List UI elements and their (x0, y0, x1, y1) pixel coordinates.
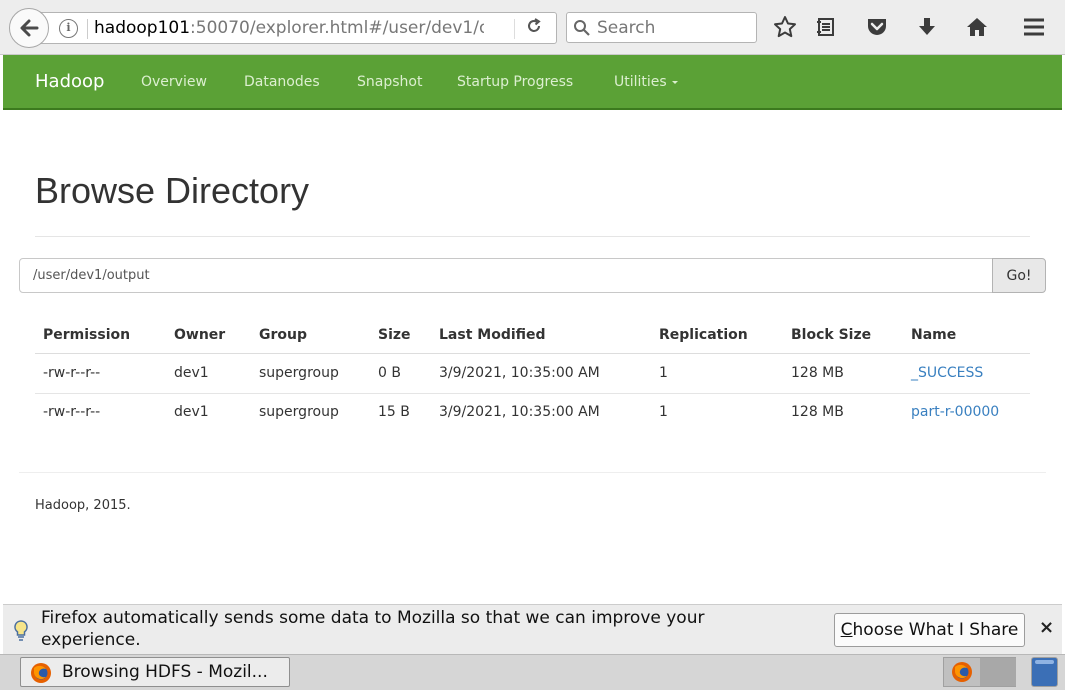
browser-toolbar: i hadoop101:50070/explorer.html#/user/de… (0, 0, 1065, 55)
table-header-divider (35, 353, 1030, 354)
reload-icon[interactable] (525, 17, 543, 40)
page-title: Browse Directory (35, 170, 310, 211)
column-header-replication[interactable]: Replication (659, 327, 748, 343)
pocket-icon[interactable] (864, 14, 890, 40)
reader-view-icon[interactable] (813, 14, 839, 40)
back-arrow-icon (20, 19, 39, 37)
lightbulb-icon (14, 620, 28, 641)
home-icon[interactable] (964, 14, 990, 40)
footer-text: Hadoop, 2015. (35, 498, 131, 513)
back-button[interactable] (9, 8, 49, 48)
cell-group: supergroup (259, 404, 339, 420)
file-link[interactable]: _SUCCESS (911, 365, 983, 381)
firefox-icon (31, 663, 51, 683)
column-header-permission[interactable]: Permission (43, 327, 130, 343)
search-icon (574, 20, 590, 36)
tray-firefox[interactable] (943, 657, 1016, 687)
directory-path-input[interactable] (19, 258, 993, 293)
column-header-last-modified[interactable]: Last Modified (439, 327, 546, 343)
cell-replication: 1 (659, 365, 668, 381)
nav-utilities-dropdown[interactable]: Utilities (614, 74, 678, 90)
cell-replication: 1 (659, 404, 668, 420)
column-header-name[interactable]: Name (911, 327, 956, 343)
nav-snapshot[interactable]: Snapshot (357, 74, 422, 90)
cell-last-modified: 3/9/2021, 10:35:00 AM (439, 365, 600, 381)
cell-block-size: 128 MB (791, 404, 844, 420)
cell-permission: -rw-r--r-- (43, 365, 101, 381)
column-header-owner[interactable]: Owner (174, 327, 225, 343)
footer-divider (19, 472, 1046, 473)
download-icon[interactable] (914, 14, 940, 40)
title-divider (35, 236, 1030, 237)
data-collection-notification: Firefox automatically sends some data to… (3, 604, 1062, 654)
hadoop-navbar: Hadoop Overview Datanodes Snapshot Start… (3, 55, 1062, 110)
firefox-icon (952, 662, 972, 682)
column-header-group[interactable]: Group (259, 327, 307, 343)
file-link[interactable]: part-r-00000 (911, 404, 999, 420)
column-header-block-size[interactable]: Block Size (791, 327, 871, 343)
cell-owner: dev1 (174, 365, 209, 381)
taskbar-window-button[interactable]: Browsing HDFS - Mozil... (20, 657, 290, 687)
cell-owner: dev1 (174, 404, 209, 420)
cell-group: supergroup (259, 365, 339, 381)
cell-size: 15 B (378, 404, 410, 420)
nav-overview[interactable]: Overview (141, 74, 207, 90)
search-input[interactable] (597, 17, 747, 39)
cell-permission: -rw-r--r-- (43, 404, 101, 420)
close-icon[interactable]: × (1039, 617, 1054, 638)
go-button[interactable]: Go! (992, 258, 1046, 293)
url-bar[interactable]: i hadoop101:50070/explorer.html#/user/de… (30, 12, 557, 44)
url-text[interactable]: hadoop101:50070/explorer.html#/user/dev1… (94, 18, 484, 38)
row-divider (35, 393, 1030, 394)
taskbar-window-label: Browsing HDFS - Mozil... (62, 662, 268, 682)
choose-what-i-share-button[interactable]: Choose What I Share (834, 613, 1025, 647)
notification-message: Firefox automatically sends some data to… (41, 608, 705, 650)
info-icon[interactable]: i (59, 19, 78, 38)
cell-size: 0 B (378, 365, 401, 381)
search-bar[interactable] (566, 12, 757, 43)
trash-lid (1035, 660, 1054, 664)
column-header-size[interactable]: Size (378, 327, 411, 343)
hamburger-menu-icon[interactable] (1021, 14, 1047, 40)
caret-down-icon (671, 80, 678, 84)
url-separator (514, 19, 515, 39)
bookmark-star-icon[interactable] (772, 14, 798, 40)
cell-block-size: 128 MB (791, 365, 844, 381)
taskbar: Browsing HDFS - Mozil... (0, 654, 1065, 690)
url-separator (87, 19, 88, 39)
brand-link[interactable]: Hadoop (35, 71, 104, 92)
cell-last-modified: 3/9/2021, 10:35:00 AM (439, 404, 600, 420)
nav-utilities-label: Utilities (614, 74, 667, 90)
trash-icon[interactable] (1031, 657, 1058, 687)
nav-datanodes[interactable]: Datanodes (244, 74, 320, 90)
nav-startup-progress[interactable]: Startup Progress (457, 74, 573, 90)
tray-empty-slot (980, 658, 1016, 686)
